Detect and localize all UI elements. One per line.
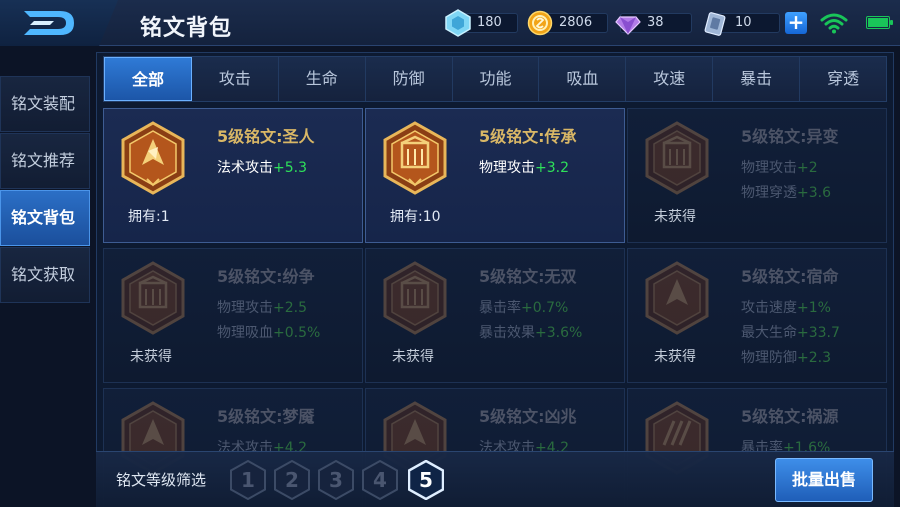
rune-emblem-icon <box>382 261 448 335</box>
page-title: 铭文背包 <box>140 16 233 41</box>
tab-attack-speed[interactable]: 攻速 <box>626 57 714 101</box>
sidebar: 铭文装配 铭文推荐 铭文背包 铭文获取 <box>0 76 90 304</box>
tab-defense[interactable]: 防御 <box>366 57 453 101</box>
rune-emblem-icon <box>644 121 710 195</box>
diamond-icon <box>615 16 641 35</box>
diamond-value: 38 <box>647 15 664 30</box>
rune-card[interactable]: 5级铭文:宿命 攻击速度+1% 最大生命+33.7 物理防御+2.3 未获得 <box>627 248 887 383</box>
level-filter-5[interactable]: 5 <box>407 459 445 501</box>
level-filter-2[interactable]: 2 <box>274 459 310 501</box>
rune-name: 5级铭文:凶兆 <box>479 407 577 426</box>
coupon-counter: 10 <box>704 12 780 36</box>
recharge-plus-button[interactable]: + <box>785 12 807 34</box>
sidebar-item-obtain[interactable]: 铭文获取 <box>0 247 90 303</box>
rune-emblem-icon <box>644 261 710 335</box>
level-filter-1[interactable]: 1 <box>230 459 266 501</box>
top-bar: 铭文背包 180 2806 38 10 + <box>0 0 900 46</box>
rune-name: 5级铭文:传承 <box>479 127 577 146</box>
rune-name: 5级铭文:异变 <box>741 127 839 146</box>
rune-stat: 暴击效果+3.6% <box>479 325 583 341</box>
rune-owned-count: 拥有:10 <box>390 209 441 225</box>
tab-health[interactable]: 生命 <box>279 57 366 101</box>
level-filter-bar: 铭文等级筛选 1 2 3 4 5 批量出售 <box>96 451 894 507</box>
rune-stat: 法术攻击+5.3 <box>217 160 307 176</box>
rune-stat: 物理攻击+3.2 <box>479 160 569 176</box>
back-button[interactable] <box>0 0 118 46</box>
rune-stat: 暴击率+0.7% <box>479 300 569 316</box>
rune-card[interactable]: 5级铭文:圣人 法术攻击+5.3 拥有:1 <box>103 108 363 243</box>
gold-coin-icon <box>527 10 553 36</box>
rune-name: 5级铭文:宿命 <box>741 267 839 286</box>
coupon-icon <box>704 12 726 36</box>
rune-stat: 物理攻击+2.5 <box>217 300 307 316</box>
rune-stat: 攻击速度+1% <box>741 300 831 316</box>
rune-stat: 最大生命+33.7 <box>741 325 840 341</box>
rune-name: 5级铭文:祸源 <box>741 407 839 426</box>
tab-penetration[interactable]: 穿透 <box>800 57 886 101</box>
rune-name: 5级铭文:梦魇 <box>217 407 315 426</box>
rune-name: 5级铭文:无双 <box>479 267 577 286</box>
rune-not-owned: 未获得 <box>392 349 434 365</box>
rune-card[interactable]: 5级铭文:无双 暴击率+0.7% 暴击效果+3.6% 未获得 <box>365 248 625 383</box>
wifi-icon <box>820 13 848 34</box>
crystal-counter: 180 <box>445 9 518 37</box>
rune-not-owned: 未获得 <box>654 209 696 225</box>
sidebar-item-recommend[interactable]: 铭文推荐 <box>0 133 90 189</box>
rune-owned-count: 拥有:1 <box>128 209 170 225</box>
rune-name: 5级铭文:纷争 <box>217 267 315 286</box>
back-arrow-icon <box>24 11 74 35</box>
rune-not-owned: 未获得 <box>654 349 696 365</box>
bulk-sell-button[interactable]: 批量出售 <box>775 458 873 502</box>
rune-emblem-icon <box>382 121 448 195</box>
rune-panel: 全部 攻击 生命 防御 功能 吸血 攻速 暴击 穿透 5级铭文:圣人 法术攻击+… <box>96 52 894 507</box>
rune-stat: 物理吸血+0.5% <box>217 325 321 341</box>
tab-crit[interactable]: 暴击 <box>713 57 801 101</box>
gold-counter: 2806 <box>527 10 608 36</box>
crystal-icon <box>445 9 471 37</box>
rune-emblem-icon <box>120 121 186 195</box>
rune-stat: 物理穿透+3.6 <box>741 185 831 201</box>
rune-emblem-icon <box>120 261 186 335</box>
tab-lifesteal[interactable]: 吸血 <box>539 57 627 101</box>
rune-name: 5级铭文:圣人 <box>217 127 315 146</box>
sidebar-item-backpack[interactable]: 铭文背包 <box>0 190 90 246</box>
level-filter-4[interactable]: 4 <box>362 459 398 501</box>
coupon-value: 10 <box>735 15 752 30</box>
rune-card[interactable]: 5级铭文:传承 物理攻击+3.2 拥有:10 <box>365 108 625 243</box>
rune-not-owned: 未获得 <box>130 349 172 365</box>
level-filter-3[interactable]: 3 <box>318 459 354 501</box>
gold-value: 2806 <box>559 15 593 30</box>
rune-card[interactable]: 5级铭文:纷争 物理攻击+2.5 物理吸血+0.5% 未获得 <box>103 248 363 383</box>
sidebar-item-equip[interactable]: 铭文装配 <box>0 76 90 132</box>
level-filter-label: 铭文等级筛选 <box>116 471 207 489</box>
category-tabs: 全部 攻击 生命 防御 功能 吸血 攻速 暴击 穿透 <box>103 56 887 102</box>
rune-card[interactable]: 5级铭文:异变 物理攻击+2 物理穿透+3.6 未获得 <box>627 108 887 243</box>
tab-all[interactable]: 全部 <box>104 57 192 101</box>
tab-attack[interactable]: 攻击 <box>192 57 279 101</box>
rune-stat: 物理防御+2.3 <box>741 350 831 366</box>
rune-stat: 物理攻击+2 <box>741 160 818 176</box>
diamond-counter: 38 <box>615 13 692 35</box>
battery-icon <box>866 16 893 29</box>
crystal-value: 180 <box>477 15 502 30</box>
tab-utility[interactable]: 功能 <box>453 57 540 101</box>
